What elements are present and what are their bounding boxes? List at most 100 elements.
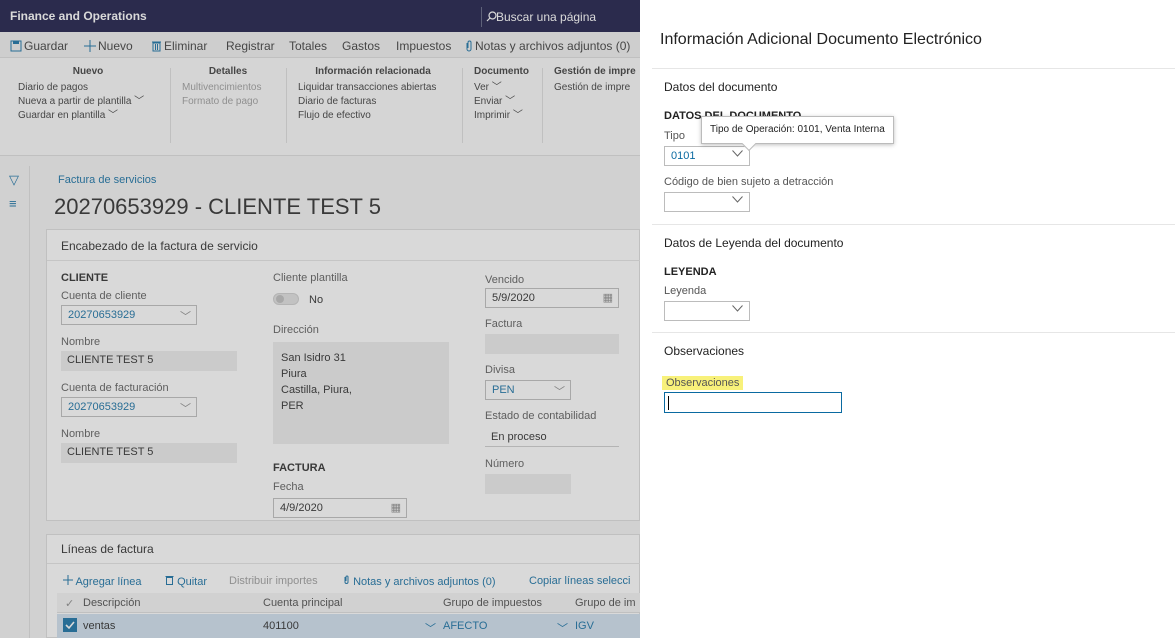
divisa-field[interactable]: PEN ﹀ [485,380,571,400]
totals-button[interactable]: Totales [289,39,327,53]
new-button[interactable]: Nuevo [84,39,133,53]
col-grupo-impuestos[interactable]: Grupo de impuestos [443,597,542,609]
save-icon [10,40,22,52]
datos-documento-section[interactable]: Datos del documento [664,80,777,94]
ribbon-item-nueva-plantilla[interactable]: Nueva a partir de plantilla ﹀ [18,95,158,109]
numero-value [485,474,571,494]
paperclip-icon [344,575,349,584]
plus-icon [63,575,73,585]
nombre-facturacion-value: CLIENTE TEST 5 [61,443,237,463]
observaciones-input[interactable] [664,392,842,413]
invoice-lines-card: Líneas de factura Agregar línea Quitar D… [46,534,640,638]
ribbon-item-imprimir[interactable]: Imprimir ﹀ [474,109,534,123]
copy-lines-button[interactable]: Copiar líneas selecci [529,575,640,587]
ribbon-item-ver[interactable]: Ver ﹀ [474,81,534,95]
chevron-down-icon[interactable]: ﹀ [425,620,436,636]
checkbox-checked-icon[interactable] [63,618,77,632]
card-divider [47,260,640,261]
numero-label: Número [485,458,525,470]
electronic-document-panel: Información Adicional Documento Electrón… [640,0,1175,638]
expenses-button[interactable]: Gastos [342,39,380,53]
ribbon-item-diario-facturas[interactable]: Diario de facturas [298,95,448,109]
direccion-label: Dirección [273,324,319,336]
cuenta-facturacion-field[interactable]: 20270653929 ﹀ [61,397,197,417]
remove-line-button[interactable]: Quitar [165,575,207,588]
vencido-label: Vencido [485,274,525,286]
delete-button[interactable]: Eliminar [151,39,207,53]
factura-value [485,334,619,354]
cell-cuenta-principal[interactable]: 401100 [263,620,299,632]
observaciones-section[interactable]: Observaciones [664,344,744,358]
ribbon-item-flujo-efectivo[interactable]: Flujo de efectivo [298,109,448,123]
ribbon-group-header: Detalles [208,66,248,77]
direccion-line: PER [281,400,304,412]
cuenta-facturacion-label: Cuenta de facturación [61,382,169,394]
add-line-button[interactable]: Agregar línea [63,575,142,588]
leyenda-combo[interactable] [664,301,750,321]
factura-label: Factura [485,318,523,330]
ribbon-item-diario-pagos[interactable]: Diario de pagos [18,81,158,95]
ribbon-group-documento: Documento Ver ﹀ Enviar ﹀ Imprimir ﹀ [474,66,534,123]
estado-contabilidad-label: Estado de contabilidad [485,410,597,422]
cliente-plantilla-label: Cliente plantilla [273,272,348,284]
codigo-detraccion-combo[interactable] [664,192,750,212]
filter-icon[interactable]: ▽ [9,172,19,188]
cell-grupo-im[interactable]: IGV [575,620,594,632]
field-underline [485,446,619,447]
lines-notes-button[interactable]: Notas y archivos adjuntos (0) [343,575,496,588]
ribbon-group-nuevo: Nuevo Diario de pagos Nueva a partir de … [18,66,158,123]
observaciones-label: Observaciones [662,376,744,390]
panel-divider [652,224,1175,225]
breadcrumb[interactable]: Factura de servicios [58,174,156,186]
chevron-down-icon[interactable]: ﹀ [557,620,568,636]
fecha-field[interactable]: 4/9/2020 ▦ [273,498,407,518]
taxes-button[interactable]: Impuestos [396,39,451,53]
lines-card-title[interactable]: Líneas de factura [61,542,154,556]
panel-divider [652,332,1175,333]
panel-divider [652,68,1175,69]
leyenda-section[interactable]: Datos de Leyenda del documento [664,236,843,250]
nombre-label: Nombre [61,336,101,348]
header-card-title[interactable]: Encabezado de la factura de servicio [61,239,258,253]
save-button[interactable]: Guardar [10,39,68,53]
list-icon[interactable]: ≡ [9,196,17,211]
cell-grupo-impuestos[interactable]: AFECTO [443,620,487,632]
header-card: Encabezado de la factura de servicio CLI… [46,229,640,521]
col-descripcion[interactable]: Descripción [83,597,140,609]
vencido-field[interactable]: 5/9/2020 ▦ [485,288,619,308]
ribbon-item-liquidar[interactable]: Liquidar transacciones abiertas [298,81,448,95]
ribbon-item-guardar-plantilla[interactable]: Guardar en plantilla ﹀ [18,109,158,123]
notes-attachments-button[interactable]: Notas y archivos adjuntos (0) [465,39,630,53]
col-cuenta-principal[interactable]: Cuenta principal [263,597,343,609]
divisa-label: Divisa [485,364,515,376]
col-grupo-im[interactable]: Grupo de im [575,597,640,609]
action-ribbon: Nuevo Diario de pagos Nueva a partir de … [0,58,640,156]
leyenda-label: Leyenda [664,285,707,297]
select-all-check[interactable]: ✓ [65,597,74,610]
direccion-line: Castilla, Piura, [281,384,352,396]
ribbon-item-formato-pago: Formato de pago [182,96,259,107]
calendar-icon[interactable]: ▦ [603,291,613,304]
chevron-down-icon [732,196,743,203]
calendar-icon[interactable]: ▦ [391,501,401,514]
codigo-detraccion-label: Código de bien sujeto a detracción [664,176,834,188]
ribbon-item-enviar[interactable]: Enviar ﹀ [474,95,534,109]
ribbon-item-gestion[interactable]: Gestión de impre [554,81,640,95]
cuenta-cliente-field[interactable]: 20270653929 ﹀ [61,305,197,325]
chevron-down-icon: ﹀ [554,386,565,398]
top-navigation-bar: Finance and Operations Buscar una página [0,0,640,32]
nombre-facturacion-label: Nombre [61,428,101,440]
ribbon-group-gestion: Gestión de impre Gestión de impre [554,66,640,95]
table-row[interactable]: ventas 401100 ﹀ AFECTO ﹀ IGV [57,614,640,638]
lines-grid-header: ✓ Descripción Cuenta principal Grupo de … [57,593,640,613]
ribbon-group-informacion: Información relacionada Liquidar transac… [298,66,448,123]
tipo-operacion-combo[interactable]: 0101 [664,146,750,166]
trash-icon [165,576,174,585]
ribbon-group-header: Documento [474,66,529,77]
page-search[interactable]: Buscar una página [481,7,621,27]
main-app: Finance and Operations Buscar una página… [0,0,640,638]
cell-descripcion[interactable]: ventas [83,620,115,632]
cliente-plantilla-toggle[interactable] [273,293,299,305]
paperclip-icon [466,40,472,52]
register-button[interactable]: Registrar [226,39,275,53]
